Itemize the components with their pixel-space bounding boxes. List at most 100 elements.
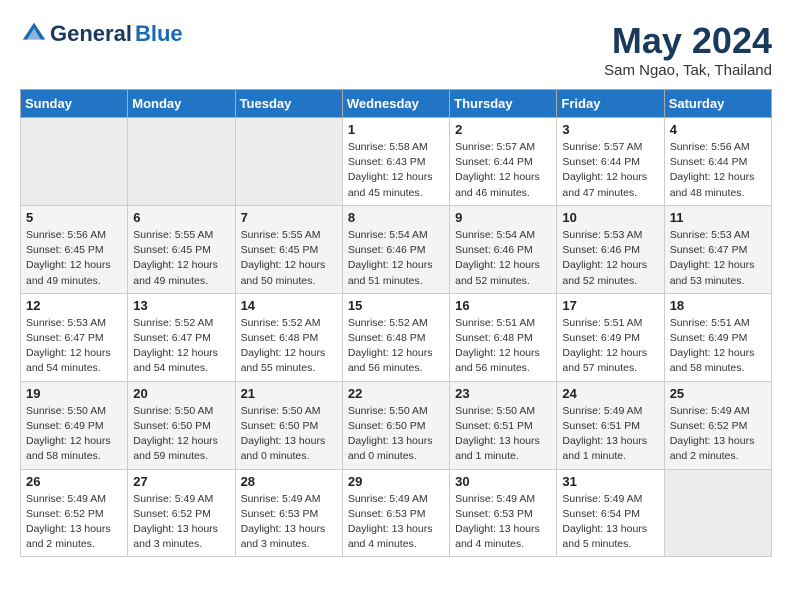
weekday-header-saturday: Saturday	[664, 90, 771, 118]
day-number: 30	[455, 474, 551, 489]
calendar-cell: 8 Sunrise: 5:54 AM Sunset: 6:46 PM Daylig…	[342, 205, 449, 293]
calendar-cell: 22 Sunrise: 5:50 AM Sunset: 6:50 PM Dayli…	[342, 381, 449, 469]
calendar-cell: 17 Sunrise: 5:51 AM Sunset: 6:49 PM Dayli…	[557, 293, 664, 381]
calendar-cell: 18 Sunrise: 5:51 AM Sunset: 6:49 PM Dayli…	[664, 293, 771, 381]
day-number: 2	[455, 122, 551, 137]
cell-info: Sunrise: 5:49 AM Sunset: 6:51 PM Dayligh…	[562, 404, 658, 465]
day-number: 18	[670, 298, 766, 313]
cell-info: Sunrise: 5:51 AM Sunset: 6:49 PM Dayligh…	[562, 316, 658, 377]
calendar-cell: 7 Sunrise: 5:55 AM Sunset: 6:45 PM Daylig…	[235, 205, 342, 293]
weekday-header-friday: Friday	[557, 90, 664, 118]
calendar-week-1: 1 Sunrise: 5:58 AM Sunset: 6:43 PM Daylig…	[21, 118, 772, 206]
calendar-cell: 5Sunrise: 5:56 AM Sunset: 6:45 PM Daylig…	[21, 205, 128, 293]
calendar-cell: 9 Sunrise: 5:54 AM Sunset: 6:46 PM Daylig…	[450, 205, 557, 293]
cell-info: Sunrise: 5:52 AM Sunset: 6:48 PM Dayligh…	[348, 316, 444, 377]
day-number: 27	[133, 474, 229, 489]
logo-blue: Blue	[135, 22, 183, 46]
cell-info: Sunrise: 5:58 AM Sunset: 6:43 PM Dayligh…	[348, 140, 444, 201]
weekday-header-wednesday: Wednesday	[342, 90, 449, 118]
cell-info: Sunrise: 5:52 AM Sunset: 6:48 PM Dayligh…	[241, 316, 337, 377]
calendar-cell	[128, 118, 235, 206]
cell-info: Sunrise: 5:49 AM Sunset: 6:53 PM Dayligh…	[241, 492, 337, 553]
cell-info: Sunrise: 5:57 AM Sunset: 6:44 PM Dayligh…	[455, 140, 551, 201]
weekday-header-thursday: Thursday	[450, 90, 557, 118]
day-number: 25	[670, 386, 766, 401]
cell-info: Sunrise: 5:56 AM Sunset: 6:44 PM Dayligh…	[670, 140, 766, 201]
calendar-cell	[664, 469, 771, 557]
calendar-cell: 29 Sunrise: 5:49 AM Sunset: 6:53 PM Dayli…	[342, 469, 449, 557]
day-number: 26	[26, 474, 122, 489]
day-number: 28	[241, 474, 337, 489]
cell-info: Sunrise: 5:53 AM Sunset: 6:46 PM Dayligh…	[562, 228, 658, 289]
calendar-week-4: 19Sunrise: 5:50 AM Sunset: 6:49 PM Dayli…	[21, 381, 772, 469]
calendar-cell: 10 Sunrise: 5:53 AM Sunset: 6:46 PM Dayli…	[557, 205, 664, 293]
day-number: 24	[562, 386, 658, 401]
logo-general: General	[50, 22, 132, 46]
calendar-week-5: 26Sunrise: 5:49 AM Sunset: 6:52 PM Dayli…	[21, 469, 772, 557]
day-number: 14	[241, 298, 337, 313]
cell-info: Sunrise: 5:50 AM Sunset: 6:50 PM Dayligh…	[241, 404, 337, 465]
calendar-cell: 31 Sunrise: 5:49 AM Sunset: 6:54 PM Dayli…	[557, 469, 664, 557]
day-number: 22	[348, 386, 444, 401]
day-number: 9	[455, 210, 551, 225]
weekday-header-tuesday: Tuesday	[235, 90, 342, 118]
calendar-cell: 28 Sunrise: 5:49 AM Sunset: 6:53 PM Dayli…	[235, 469, 342, 557]
cell-info: Sunrise: 5:55 AM Sunset: 6:45 PM Dayligh…	[241, 228, 337, 289]
day-number: 8	[348, 210, 444, 225]
calendar-cell: 11Sunrise: 5:53 AM Sunset: 6:47 PM Dayli…	[664, 205, 771, 293]
page-header: General Blue May 2024 Sam Ngao, Tak, Tha…	[20, 20, 772, 79]
weekday-header-row: SundayMondayTuesdayWednesdayThursdayFrid…	[21, 90, 772, 118]
day-number: 29	[348, 474, 444, 489]
cell-info: Sunrise: 5:51 AM Sunset: 6:49 PM Dayligh…	[670, 316, 766, 377]
weekday-header-monday: Monday	[128, 90, 235, 118]
calendar-cell: 26Sunrise: 5:49 AM Sunset: 6:52 PM Dayli…	[21, 469, 128, 557]
day-number: 21	[241, 386, 337, 401]
calendar-cell: 4Sunrise: 5:56 AM Sunset: 6:44 PM Daylig…	[664, 118, 771, 206]
calendar-cell: 21 Sunrise: 5:50 AM Sunset: 6:50 PM Dayli…	[235, 381, 342, 469]
day-number: 3	[562, 122, 658, 137]
calendar-week-2: 5Sunrise: 5:56 AM Sunset: 6:45 PM Daylig…	[21, 205, 772, 293]
calendar-cell: 3Sunrise: 5:57 AM Sunset: 6:44 PM Daylig…	[557, 118, 664, 206]
cell-info: Sunrise: 5:53 AM Sunset: 6:47 PM Dayligh…	[26, 316, 122, 377]
day-number: 6	[133, 210, 229, 225]
calendar-cell: 30Sunrise: 5:49 AM Sunset: 6:53 PM Dayli…	[450, 469, 557, 557]
day-number: 1	[348, 122, 444, 137]
cell-info: Sunrise: 5:56 AM Sunset: 6:45 PM Dayligh…	[26, 228, 122, 289]
day-number: 31	[562, 474, 658, 489]
cell-info: Sunrise: 5:49 AM Sunset: 6:53 PM Dayligh…	[348, 492, 444, 553]
cell-info: Sunrise: 5:50 AM Sunset: 6:50 PM Dayligh…	[133, 404, 229, 465]
calendar-cell: 1 Sunrise: 5:58 AM Sunset: 6:43 PM Daylig…	[342, 118, 449, 206]
day-number: 19	[26, 386, 122, 401]
cell-info: Sunrise: 5:49 AM Sunset: 6:52 PM Dayligh…	[670, 404, 766, 465]
cell-info: Sunrise: 5:52 AM Sunset: 6:47 PM Dayligh…	[133, 316, 229, 377]
day-number: 23	[455, 386, 551, 401]
day-number: 16	[455, 298, 551, 313]
title-block: May 2024 Sam Ngao, Tak, Thailand	[604, 20, 772, 79]
day-number: 10	[562, 210, 658, 225]
calendar-cell: 27Sunrise: 5:49 AM Sunset: 6:52 PM Dayli…	[128, 469, 235, 557]
calendar-cell: 15 Sunrise: 5:52 AM Sunset: 6:48 PM Dayli…	[342, 293, 449, 381]
calendar-cell: 25 Sunrise: 5:49 AM Sunset: 6:52 PM Dayli…	[664, 381, 771, 469]
cell-info: Sunrise: 5:49 AM Sunset: 6:54 PM Dayligh…	[562, 492, 658, 553]
cell-info: Sunrise: 5:50 AM Sunset: 6:50 PM Dayligh…	[348, 404, 444, 465]
calendar-cell: 24 Sunrise: 5:49 AM Sunset: 6:51 PM Dayli…	[557, 381, 664, 469]
day-number: 15	[348, 298, 444, 313]
cell-info: Sunrise: 5:54 AM Sunset: 6:46 PM Dayligh…	[455, 228, 551, 289]
day-number: 7	[241, 210, 337, 225]
weekday-header-sunday: Sunday	[21, 90, 128, 118]
cell-info: Sunrise: 5:54 AM Sunset: 6:46 PM Dayligh…	[348, 228, 444, 289]
day-number: 13	[133, 298, 229, 313]
day-number: 20	[133, 386, 229, 401]
day-number: 12	[26, 298, 122, 313]
calendar-cell: 19Sunrise: 5:50 AM Sunset: 6:49 PM Dayli…	[21, 381, 128, 469]
logo: General Blue	[20, 20, 183, 48]
day-number: 11	[670, 210, 766, 225]
day-number: 17	[562, 298, 658, 313]
calendar-cell	[235, 118, 342, 206]
calendar-cell: 20 Sunrise: 5:50 AM Sunset: 6:50 PM Dayli…	[128, 381, 235, 469]
calendar-week-3: 12 Sunrise: 5:53 AM Sunset: 6:47 PM Dayli…	[21, 293, 772, 381]
calendar-cell: 2 Sunrise: 5:57 AM Sunset: 6:44 PM Daylig…	[450, 118, 557, 206]
calendar-cell: 6Sunrise: 5:55 AM Sunset: 6:45 PM Daylig…	[128, 205, 235, 293]
calendar-cell	[21, 118, 128, 206]
cell-info: Sunrise: 5:50 AM Sunset: 6:51 PM Dayligh…	[455, 404, 551, 465]
